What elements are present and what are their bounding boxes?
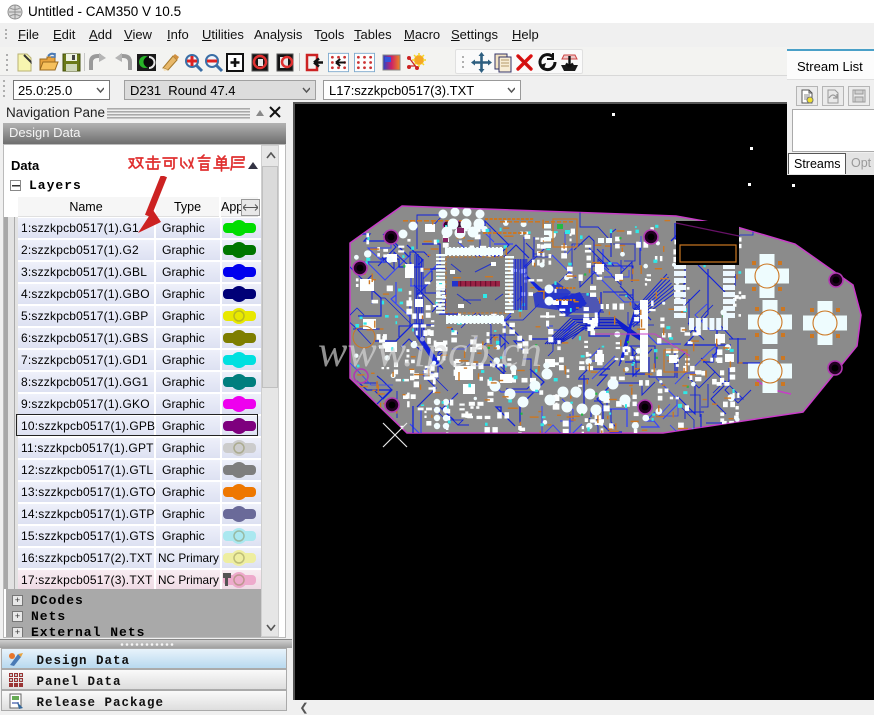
svg-text:www.ipcb.cn: www.ipcb.cn bbox=[318, 327, 542, 376]
